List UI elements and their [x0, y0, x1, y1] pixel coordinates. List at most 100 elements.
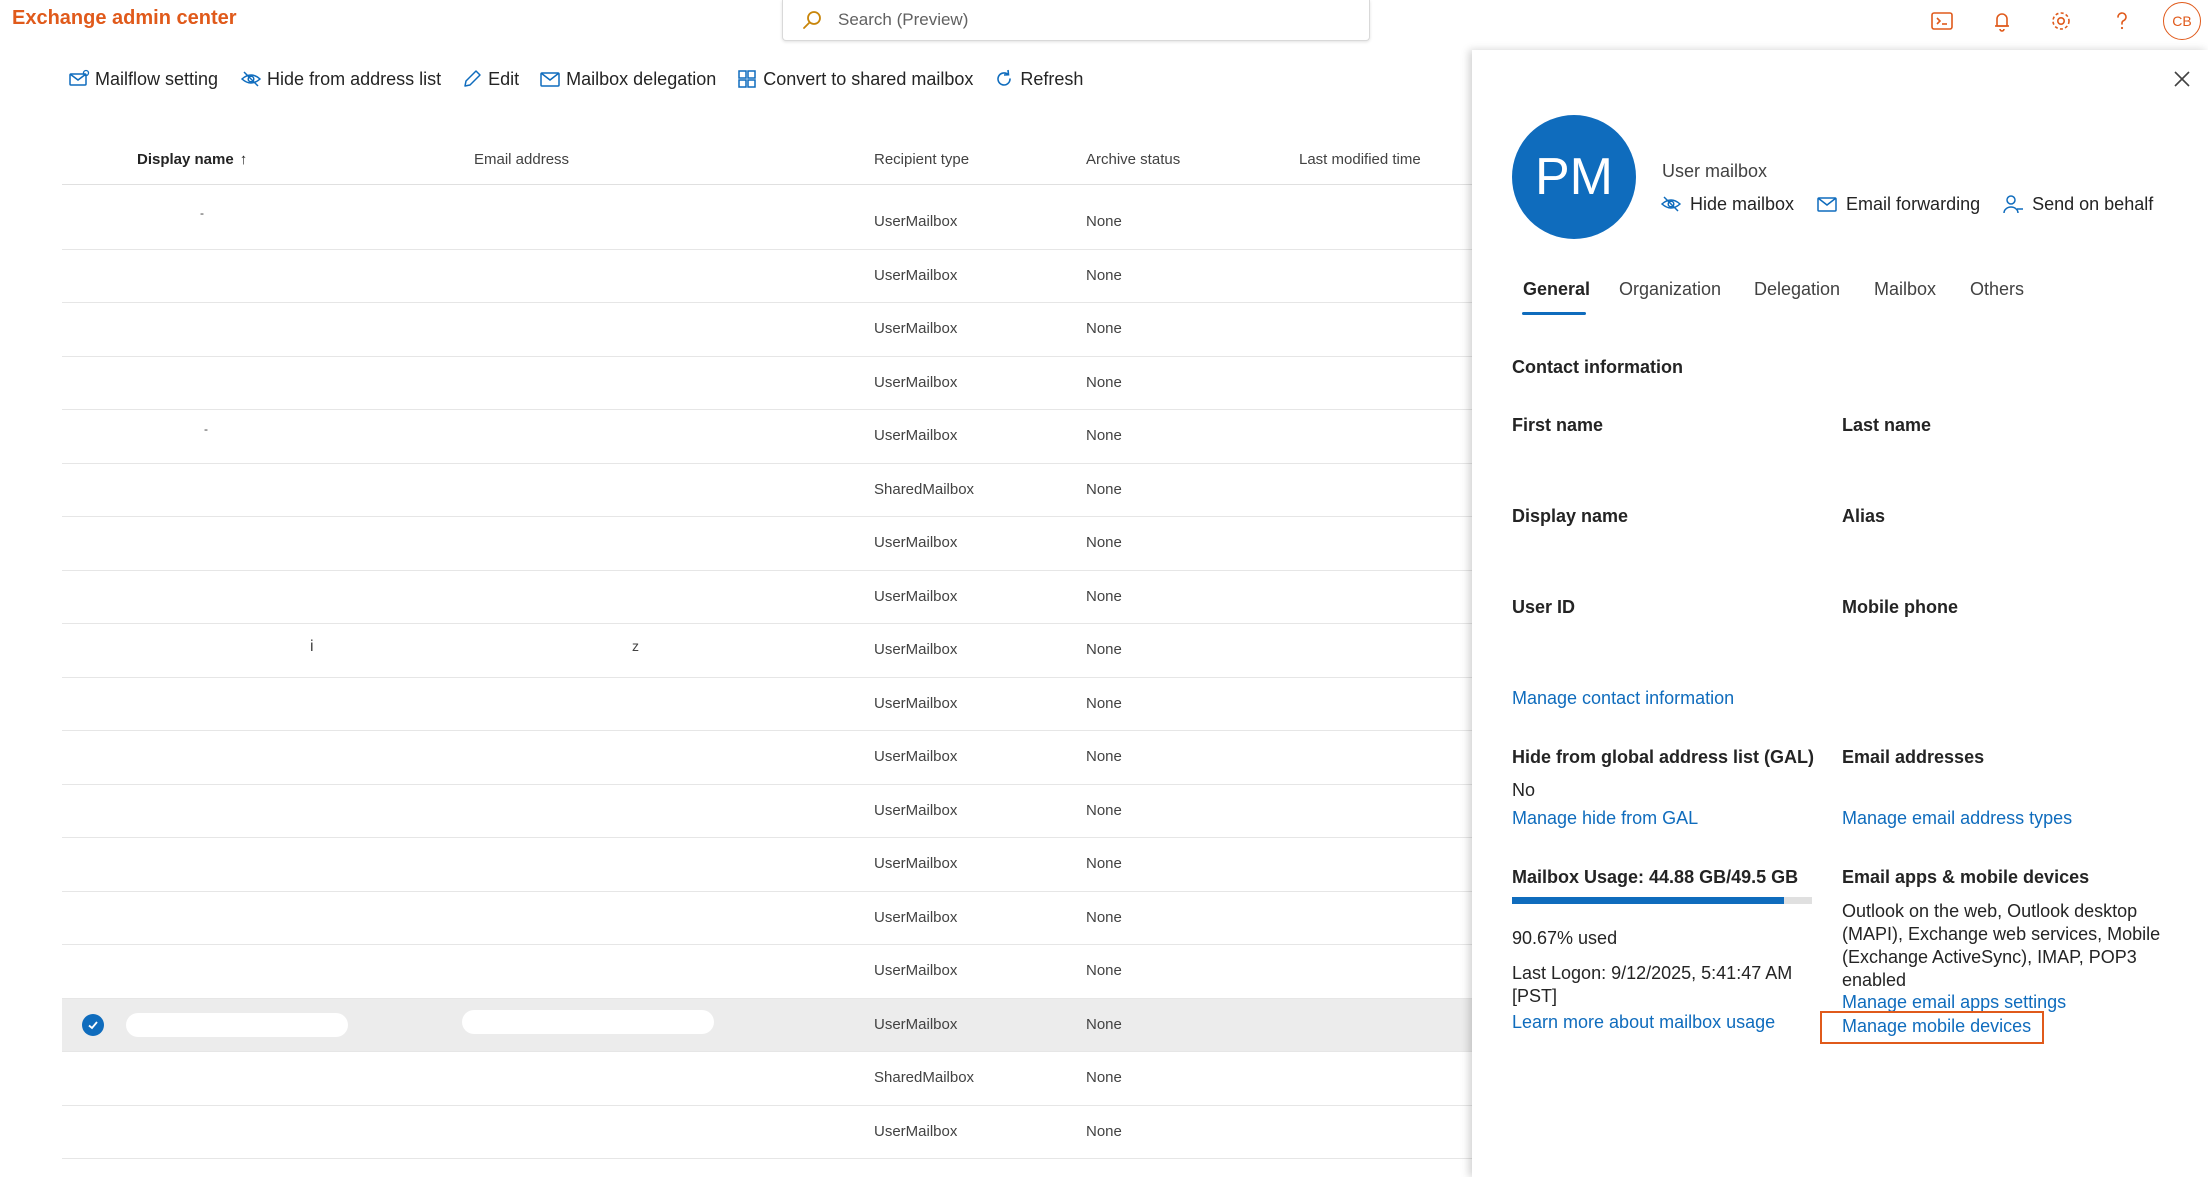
tab-delegation[interactable]: Delegation — [1754, 279, 1840, 300]
app-title[interactable]: Exchange admin center — [12, 7, 237, 30]
recipient-type: SharedMailbox — [874, 480, 975, 498]
mailbox-delegation-button[interactable]: Mailbox delegation — [539, 68, 716, 90]
table-row[interactable]: UserMailbox None — [62, 250, 1472, 303]
table-row[interactable]: i z UserMailbox None — [62, 624, 1472, 678]
user-avatar[interactable]: CB — [2163, 2, 2201, 40]
archive-status: None — [1086, 320, 1122, 337]
last-logon-text: Last Logon: 9/12/2025, 5:41:47 AM [PST] — [1512, 963, 1793, 1006]
convert-icon — [738, 70, 756, 88]
recipient-type: UserMailbox — [874, 962, 958, 979]
tab-organization[interactable]: Organization — [1619, 279, 1721, 300]
hide-from-address-list-button[interactable]: Hide from address list — [240, 68, 441, 90]
send-on-behalf-button[interactable]: Send on behalf — [2002, 193, 2153, 215]
table-row-selected[interactable]: UserMailbox None — [62, 998, 1472, 1052]
archive-status: None — [1086, 962, 1122, 979]
mailflow-setting-button[interactable]: Mailflow setting — [68, 68, 218, 90]
column-header-last-modified[interactable]: Last modified time — [1299, 151, 1421, 168]
email-apps-label: Email apps & mobile devices — [1842, 867, 2090, 887]
table-row[interactable]: UserMailbox None — [62, 892, 1472, 945]
display-name-label: Display name — [1512, 506, 1629, 526]
column-header-display-name[interactable]: Display name ↑ — [137, 151, 247, 168]
table-row[interactable]: SharedMailbox None — [62, 464, 1472, 517]
tab-mailbox[interactable]: Mailbox — [1874, 279, 1936, 300]
row-checkbox-checked[interactable] — [82, 1013, 104, 1036]
refresh-icon — [997, 69, 1012, 86]
table-row[interactable]: UserMailbox None — [62, 517, 1472, 571]
alias-label: Alias — [1842, 506, 1886, 526]
recipient-type: UserMailbox — [874, 694, 958, 712]
recipient-type: UserMailbox — [874, 641, 958, 658]
gear-icon[interactable] — [2047, 7, 2075, 35]
first-name-label: First name — [1512, 415, 1604, 435]
table-row[interactable]: UserMailbox None — [62, 731, 1472, 785]
hide-from-gal-label: Hide from global address list (GAL) — [1512, 747, 1815, 767]
recipient-type: UserMailbox — [874, 748, 958, 765]
refresh-button[interactable]: Refresh — [993, 68, 1083, 90]
recipient-type: UserMailbox — [874, 1122, 958, 1140]
archive-status: None — [1086, 266, 1122, 284]
table-row[interactable]: SharedMailbox None — [62, 1052, 1472, 1106]
search-input[interactable]: Search (Preview) — [838, 10, 968, 30]
tab-others[interactable]: Others — [1970, 279, 2024, 300]
edit-button[interactable]: Edit — [461, 68, 519, 90]
archive-status: None — [1086, 587, 1122, 605]
mail-forward-icon — [1817, 197, 1837, 212]
redacted-text: i — [310, 638, 314, 655]
archive-status: None — [1086, 694, 1122, 712]
convert-to-shared-button[interactable]: Convert to shared mailbox — [736, 68, 973, 90]
recipient-type: UserMailbox — [874, 801, 958, 819]
terminal-icon[interactable] — [1928, 7, 1956, 35]
recipient-type: UserMailbox — [874, 266, 958, 284]
archive-status: None — [1086, 1015, 1122, 1033]
person-icon — [2003, 195, 2024, 214]
mail-icon — [540, 72, 560, 87]
table-row[interactable]: - UserMailbox None — [62, 196, 1472, 250]
recipient-type: UserMailbox — [874, 1015, 958, 1033]
table-row[interactable]: UserMailbox None — [62, 357, 1472, 410]
table-row[interactable]: UserMailbox None — [62, 303, 1472, 357]
table-row[interactable]: UserMailbox None — [62, 678, 1472, 731]
table-row[interactable]: UserMailbox None — [62, 945, 1472, 999]
user-id-label: User ID — [1512, 597, 1576, 617]
column-header-email[interactable]: Email address — [474, 151, 569, 168]
search-box[interactable]: Search (Preview) — [782, 0, 1370, 41]
recipient-type: UserMailbox — [874, 587, 958, 605]
active-tab-indicator — [1522, 312, 1586, 315]
tab-general[interactable]: General — [1523, 279, 1590, 300]
manage-contact-information-link[interactable]: Manage contact information — [1512, 688, 1734, 709]
contact-information-heading: Contact information — [1512, 357, 1683, 377]
table-row[interactable]: UserMailbox None — [62, 1106, 1472, 1159]
mailbox-list: - UserMailbox None UserMailbox None User… — [62, 196, 1472, 1159]
bell-icon[interactable] — [1988, 7, 2016, 35]
recipient-type: UserMailbox — [874, 213, 958, 230]
table-header: Display name ↑ Email address Recipient ty… — [62, 140, 1472, 185]
recipient-type: UserMailbox — [874, 534, 958, 551]
email-addresses-label: Email addresses — [1842, 747, 1985, 767]
column-header-recipient-type[interactable]: Recipient type — [874, 151, 969, 168]
email-forwarding-button[interactable]: Email forwarding — [1816, 193, 1980, 215]
manage-email-address-types-link[interactable]: Manage email address types — [1842, 808, 2072, 829]
mailbox-avatar: PM — [1512, 115, 1636, 239]
archive-status: None — [1086, 213, 1122, 230]
search-icon — [803, 11, 821, 29]
help-icon[interactable] — [2108, 7, 2136, 35]
highlight-box — [1820, 1011, 2044, 1044]
recipient-type: UserMailbox — [874, 427, 958, 444]
manage-email-apps-settings-link[interactable]: Manage email apps settings — [1842, 992, 2066, 1013]
hide-mailbox-button[interactable]: Hide mailbox — [1660, 193, 1794, 215]
close-icon[interactable] — [2170, 67, 2194, 91]
column-header-archive-status[interactable]: Archive status — [1086, 151, 1180, 168]
table-row[interactable]: UserMailbox None — [62, 571, 1472, 624]
table-row[interactable]: UserMailbox None — [62, 838, 1472, 892]
learn-more-mailbox-usage-link[interactable]: Learn more about mailbox usage — [1512, 1012, 1775, 1033]
pencil-icon — [464, 70, 481, 87]
archive-status: None — [1086, 748, 1122, 765]
table-row[interactable]: - UserMailbox None — [62, 410, 1472, 464]
email-apps-description: Outlook on the web, Outlook desktop (MAP… — [1842, 901, 2161, 990]
sort-ascending-icon: ↑ — [239, 151, 248, 168]
table-row[interactable]: UserMailbox None — [62, 785, 1472, 838]
last-name-label: Last name — [1842, 415, 1932, 435]
mailbox-usage-fill — [1512, 897, 1784, 904]
redacted-text: - — [200, 206, 204, 220]
manage-hide-from-gal-link[interactable]: Manage hide from GAL — [1512, 808, 1698, 829]
